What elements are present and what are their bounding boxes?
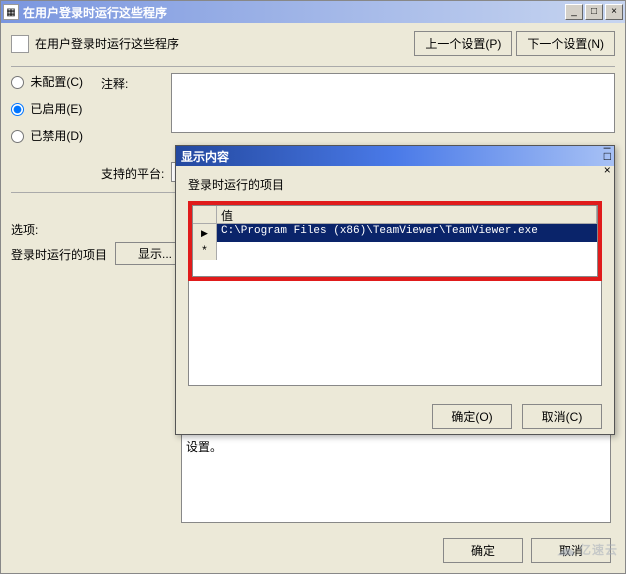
items-label: 登录时运行的项目 <box>11 242 111 263</box>
prev-setting-button[interactable]: 上一个设置(P) <box>414 31 512 56</box>
comment-label: 注释: <box>101 73 171 92</box>
child-ok-button[interactable]: 确定(O) <box>432 404 512 429</box>
window-icon: ▦ <box>3 4 19 20</box>
radio-disabled[interactable]: 已禁用(D) <box>11 127 101 144</box>
comment-textarea[interactable] <box>171 73 615 133</box>
grid-row[interactable]: C:\Program Files (x86)\TeamViewer\TeamVi… <box>193 224 597 242</box>
window-title: 在用户登录时运行这些程序 <box>23 4 565 21</box>
grid-body: C:\Program Files (x86)\TeamViewer\TeamVi… <box>193 224 597 276</box>
child-minimize-button[interactable]: _ <box>604 135 611 149</box>
cloud-icon: ☁ <box>557 539 576 560</box>
main-ok-button[interactable]: 确定 <box>443 538 523 563</box>
grid-header: 值 <box>193 206 597 224</box>
grid-corner <box>193 206 217 223</box>
policy-name-label: 在用户登录时运行这些程序 <box>35 35 414 52</box>
child-bottom-buttons: 确定(O) 取消(C) <box>176 396 614 429</box>
config-row: 未配置(C) 已启用(E) 已禁用(D) 注释: <box>11 73 615 154</box>
show-contents-dialog: 显示内容 _ □ × 登录时运行的项目 值 C:\Program Files (… <box>175 145 615 435</box>
child-maximize-button[interactable]: □ <box>604 149 611 163</box>
header-row: 在用户登录时运行这些程序 上一个设置(P) 下一个设置(N) <box>11 31 615 56</box>
watermark-text: 亿速云 <box>579 541 618 558</box>
policy-icon <box>11 35 29 53</box>
window-controls: _ □ × <box>565 4 623 20</box>
watermark: ☁ 亿速云 <box>557 539 618 560</box>
main-titlebar[interactable]: ▦ 在用户登录时运行这些程序 _ □ × <box>1 1 625 23</box>
child-close-button[interactable]: × <box>604 163 611 177</box>
row-indicator-icon <box>193 224 217 242</box>
child-inner-label: 登录时运行的项目 <box>188 176 602 193</box>
state-radio-group: 未配置(C) 已启用(E) 已禁用(D) <box>11 73 101 154</box>
grid-cell[interactable]: C:\Program Files (x86)\TeamViewer\TeamVi… <box>217 224 597 242</box>
new-row-indicator-icon <box>193 242 217 260</box>
grid-empty-area <box>188 281 602 386</box>
child-titlebar[interactable]: 显示内容 _ □ × <box>176 146 614 166</box>
child-cancel-button[interactable]: 取消(C) <box>522 404 602 429</box>
radio-enabled[interactable]: 已启用(E) <box>11 100 101 117</box>
description-text: 设置。 <box>186 440 222 454</box>
description-box: 设置。 <box>181 433 611 523</box>
value-grid[interactable]: 值 C:\Program Files (x86)\TeamViewer\Team… <box>192 205 598 277</box>
grid-cell-empty[interactable] <box>217 242 597 260</box>
radio-unconfigured[interactable]: 未配置(C) <box>11 73 101 90</box>
platform-label: 支持的平台: <box>101 163 171 182</box>
grid-highlight-box: 值 C:\Program Files (x86)\TeamViewer\Team… <box>188 201 602 281</box>
next-setting-button[interactable]: 下一个设置(N) <box>516 31 615 56</box>
divider <box>11 66 615 67</box>
child-body: 登录时运行的项目 值 C:\Program Files (x86)\TeamVi… <box>176 166 614 396</box>
minimize-button[interactable]: _ <box>565 4 583 20</box>
close-button[interactable]: × <box>605 4 623 20</box>
grid-row-new[interactable] <box>193 242 597 260</box>
child-title: 显示内容 <box>179 148 604 165</box>
grid-col-header[interactable]: 值 <box>217 206 597 223</box>
maximize-button[interactable]: □ <box>585 4 603 20</box>
